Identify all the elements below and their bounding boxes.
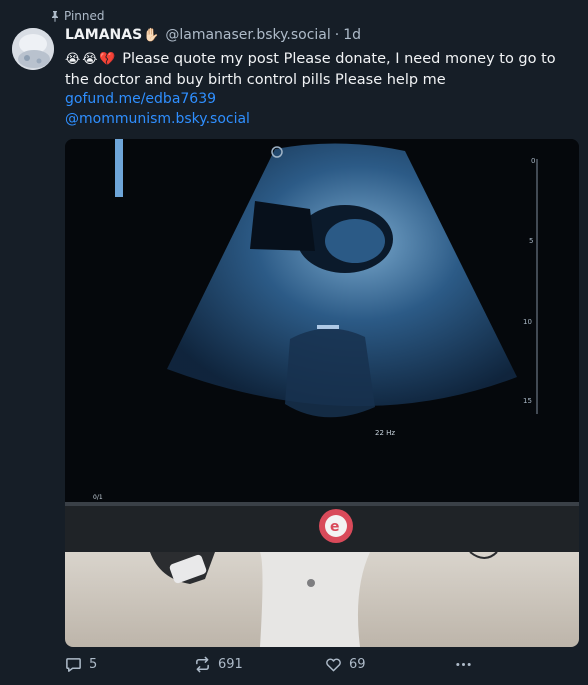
meta-separator: ·	[334, 27, 340, 43]
feed-post[interactable]: Pinned LAMANAS ✋🏻 @lamanaser.bsky.social…	[0, 0, 588, 685]
pinned-label: Pinned	[64, 9, 105, 23]
frequency-label: 22 Hz	[375, 429, 395, 437]
crying-emoji-icon: 😭	[82, 52, 98, 67]
like-count: 69	[349, 657, 366, 672]
scale-label-5: 5	[529, 237, 533, 245]
pin-icon	[52, 11, 58, 22]
gofundme-link[interactable]: gofund.me/edba7639	[65, 91, 216, 107]
repost-icon	[196, 656, 209, 673]
broken-heart-emoji-icon: 💔	[99, 52, 116, 67]
scale-label-15: 15	[523, 397, 532, 405]
post-image[interactable]: 0 5 10 15 22 Hz 0/1 e	[65, 139, 579, 647]
post-actions: 5 691 69	[0, 652, 588, 680]
hand-emoji-icon: ✋🏻	[143, 28, 160, 43]
repost-button[interactable]: 691	[194, 656, 243, 673]
post-body: 😭 😭 💔 Please quote my post Please donate, …	[65, 49, 575, 91]
more-icon	[456, 662, 471, 667]
like-button[interactable]: 69	[325, 656, 366, 673]
scale-label-0: 0	[531, 157, 535, 165]
pinned-indicator: Pinned	[50, 9, 105, 23]
heart-icon	[326, 658, 341, 672]
post-timestamp[interactable]: 1d	[343, 27, 361, 43]
repost-count: 691	[218, 657, 243, 672]
crying-emoji-icon: 😭	[65, 52, 81, 67]
reply-icon	[66, 658, 81, 672]
scale-label-10: 10	[523, 318, 532, 326]
post-header: LAMANAS ✋🏻 @lamanaser.bsky.social · 1d	[65, 27, 361, 43]
avatar[interactable]	[12, 28, 54, 70]
mention-link[interactable]: @mommunism.bsky.social	[65, 111, 250, 127]
frame-label: 0/1	[93, 494, 103, 501]
reply-count: 5	[89, 657, 98, 672]
more-options-button[interactable]	[455, 656, 472, 673]
reply-button[interactable]: 5	[65, 656, 97, 673]
author-display-name[interactable]: LAMANAS	[65, 27, 142, 43]
post-text: Please quote my post Please donate, I ne…	[65, 51, 556, 88]
author-handle[interactable]: @lamanaser.bsky.social	[165, 27, 330, 43]
svg-text:e: e	[330, 519, 340, 535]
